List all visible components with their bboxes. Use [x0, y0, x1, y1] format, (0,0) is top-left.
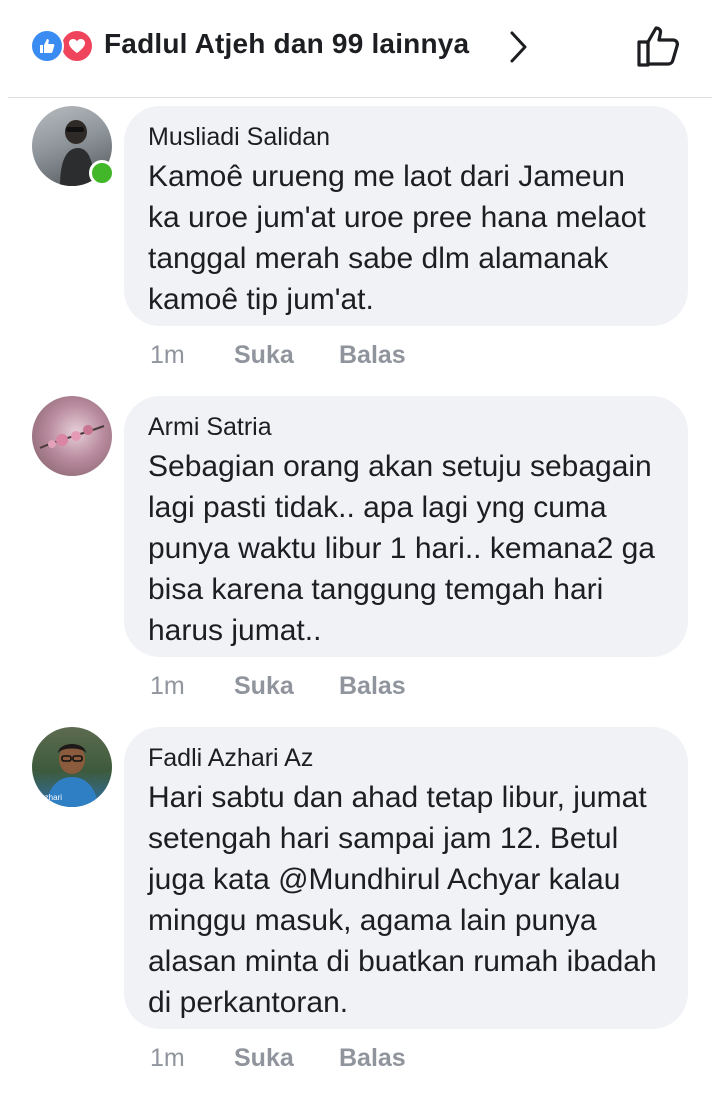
- comment-text: Hari sabtu dan ahad tetap libur, jumat s…: [148, 781, 657, 1019]
- avatar[interactable]: li Azhari: [32, 727, 112, 807]
- like-comment-button[interactable]: Suka: [234, 341, 294, 370]
- avatar[interactable]: [32, 396, 112, 476]
- comment-timestamp: 1m: [150, 1044, 185, 1072]
- online-status-icon: [89, 160, 115, 186]
- reaction-icons: [30, 29, 96, 63]
- love-reaction-icon: [60, 29, 94, 63]
- header-divider: [8, 97, 712, 98]
- comment-bubble[interactable]: Armi Satria Sebagian orang akan setuju s…: [124, 396, 688, 657]
- comment-author[interactable]: Armi Satria: [148, 410, 664, 444]
- comment-author[interactable]: Musliadi Salidan: [148, 120, 664, 154]
- comment-author[interactable]: Fadli Azhari Az: [148, 741, 664, 775]
- reply-comment-button[interactable]: Balas: [339, 1044, 406, 1073]
- like-button-icon[interactable]: [636, 24, 682, 68]
- comment-text: Kamoê urueng me laot dari Jameun ka uroe…: [148, 160, 646, 316]
- avatar-caption: li Azhari: [34, 793, 63, 802]
- like-reaction-icon: [30, 29, 64, 63]
- reply-comment-button[interactable]: Balas: [339, 672, 406, 701]
- like-comment-button[interactable]: Suka: [234, 1044, 294, 1073]
- like-comment-button[interactable]: Suka: [234, 672, 294, 701]
- comment-timestamp: 1m: [150, 341, 185, 369]
- comment-text: Sebagian orang akan setuju sebagain lagi…: [148, 450, 655, 647]
- comment-bubble[interactable]: Fadli Azhari Az Hari sabtu dan ahad teta…: [124, 727, 688, 1029]
- reactors-summary[interactable]: Fadlul Atjeh dan 99 lainnya: [104, 28, 469, 60]
- comment-timestamp: 1m: [150, 672, 185, 700]
- reply-comment-button[interactable]: Balas: [339, 341, 406, 370]
- chevron-right-icon[interactable]: [508, 30, 530, 64]
- reactions-header[interactable]: Fadlul Atjeh dan 99 lainnya: [0, 0, 720, 96]
- comment-bubble[interactable]: Musliadi Salidan Kamoê urueng me laot da…: [124, 106, 688, 326]
